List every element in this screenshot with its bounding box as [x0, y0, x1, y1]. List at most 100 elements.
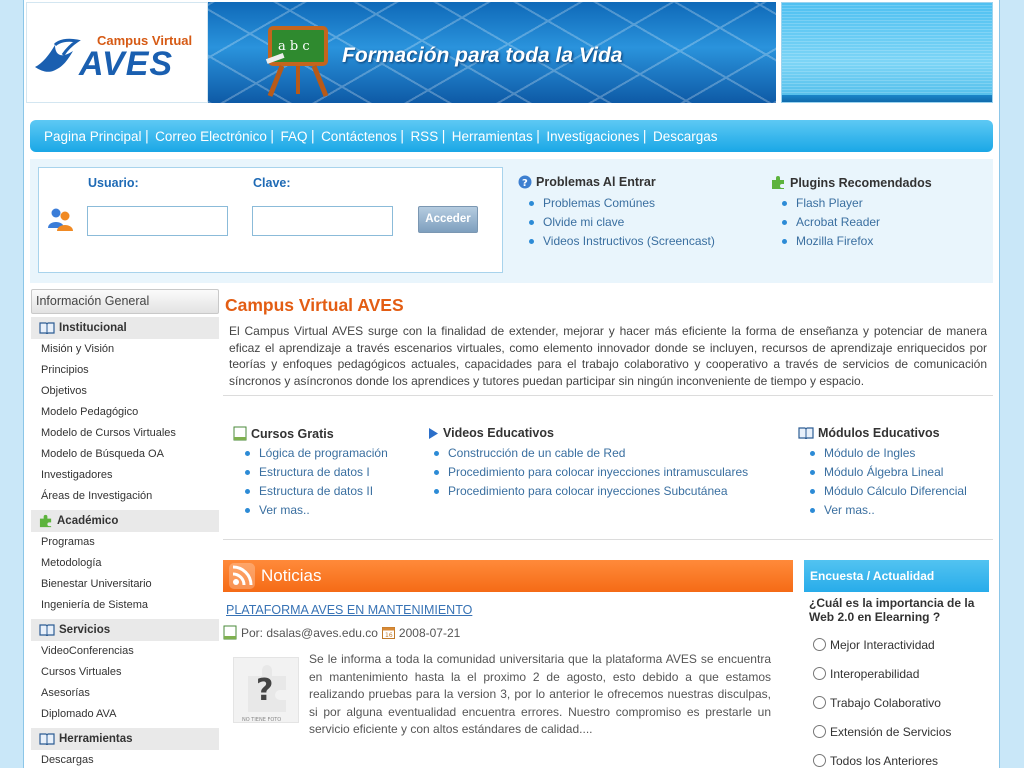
user-label: Usuario:	[88, 176, 139, 190]
book-icon	[798, 427, 814, 439]
slogan: Formación para toda la Vida	[342, 44, 623, 67]
sidebar-item[interactable]: Áreas de Investigación	[31, 486, 219, 507]
poll-option[interactable]: Mejor Interactividad	[804, 630, 989, 659]
sidebar-item[interactable]: Principios	[31, 360, 219, 381]
password-input[interactable]	[252, 206, 393, 236]
page-container: Campus Virtual AVES a b c Formación para…	[23, 0, 1000, 768]
sidebar-item[interactable]: Modelo Pedagógico	[31, 402, 219, 423]
nav-separator: |	[310, 128, 316, 144]
cursos-item[interactable]: Estructura de datos II	[245, 482, 388, 501]
puzzle-icon	[772, 176, 784, 189]
radio-button[interactable]	[813, 667, 826, 680]
sidebar-item[interactable]: Cursos Virtuales	[31, 662, 219, 683]
poll-option[interactable]: Trabajo Colaborativo	[804, 688, 989, 717]
videos-item[interactable]: Construcción de un cable de Red	[434, 444, 748, 463]
sidebar-item[interactable]: Bienestar Universitario	[31, 574, 219, 595]
problems-heading: ? Problemas Al Entrar	[518, 175, 656, 189]
sidebar-item[interactable]: Objetivos	[31, 381, 219, 402]
modulos-item[interactable]: Módulo Álgebra Lineal	[810, 463, 967, 482]
videos-item[interactable]: Procedimiento para colocar inyecciones S…	[434, 482, 748, 501]
news-image-caption: NO TIENE FOTO	[242, 717, 281, 723]
sidebar-section-herramientas: Herramientas	[31, 728, 219, 750]
cursos-item[interactable]: Estructura de datos I	[245, 463, 388, 482]
svg-text:?: ?	[256, 673, 273, 708]
poll-option-label: Extensión de Servicios	[830, 724, 952, 739]
news-body: Se le informa a toda la comunidad univer…	[309, 652, 771, 736]
sidebar-section-institucional: Institucional	[31, 317, 219, 339]
nav-investigaciones[interactable]: Investigaciones	[546, 129, 639, 144]
problems-item[interactable]: Olvide mi clave	[529, 213, 715, 232]
nav-correo[interactable]: Correo Electrónico	[155, 129, 267, 144]
modulos-item[interactable]: Módulo Cálculo Diferencial	[810, 482, 967, 501]
calendar-icon: 16	[381, 627, 395, 639]
sidebar-item[interactable]: Misión y Visión	[31, 339, 219, 360]
nav-rss[interactable]: RSS	[410, 129, 438, 144]
poll-option-label: Interoperabilidad	[830, 666, 920, 681]
poll-option[interactable]: Interoperabilidad	[804, 659, 989, 688]
sidebar-section-title: Académico	[57, 515, 119, 527]
plugins-item[interactable]: Flash Player	[782, 194, 880, 213]
sidebar-item[interactable]: Programas	[31, 532, 219, 553]
users-icon	[48, 208, 73, 231]
sidebar-item[interactable]: Modelo de Búsqueda OA	[31, 444, 219, 465]
sidebar-item[interactable]: Ingeniería de Sistema	[31, 595, 219, 616]
radio-button[interactable]	[813, 638, 826, 651]
sidebar-item[interactable]: Asesorías	[31, 683, 219, 704]
nav-pagina-principal[interactable]: Pagina Principal	[44, 129, 142, 144]
poll-panel: ¿Cuál es la importancia de la Web 2.0 en…	[804, 592, 989, 768]
sidebar-item[interactable]: Descargas	[31, 750, 219, 768]
username-input[interactable]	[87, 206, 228, 236]
poll-option-label: Trabajo Colaborativo	[830, 695, 941, 710]
nav-faq[interactable]: FAQ	[280, 129, 307, 144]
modulos-item[interactable]: Ver mas..	[810, 501, 967, 520]
poll-option[interactable]: Extensión de Servicios	[804, 717, 989, 746]
nav-herramientas[interactable]: Herramientas	[452, 129, 533, 144]
sidebar-section-title: Herramientas	[59, 733, 133, 745]
problems-item[interactable]: Problemas Comúnes	[529, 194, 715, 213]
cursos-item[interactable]: Lógica de programación	[245, 444, 388, 463]
cursos-item[interactable]: Ver mas..	[245, 501, 388, 520]
news-author: Por: dsalas@aves.edu.co	[241, 625, 378, 640]
document-icon	[233, 426, 247, 441]
sidebar-item[interactable]: Investigadores	[31, 465, 219, 486]
sidebar-header: Información General	[31, 289, 219, 314]
chalkboard-icon: a b c	[265, 26, 329, 97]
videos-list: Construcción de un cable de Red Procedim…	[434, 444, 748, 501]
column-title: Cursos Gratis	[251, 426, 334, 441]
videos-item[interactable]: Procedimiento para colocar inyecciones i…	[434, 463, 748, 482]
book-icon	[39, 624, 55, 636]
radio-button[interactable]	[813, 754, 826, 767]
login-form: Usuario: Clave: Acceder	[38, 167, 503, 273]
radio-button[interactable]	[813, 725, 826, 738]
news-section-title: Noticias	[261, 566, 322, 585]
news-date: 2008-07-21	[398, 625, 461, 640]
nav-contactenos[interactable]: Contáctenos	[321, 129, 397, 144]
column-title: Videos Educativos	[443, 426, 554, 440]
poll-option[interactable]: Todos los Anteriores	[804, 746, 989, 768]
right-banner	[781, 2, 993, 103]
login-button[interactable]: Acceder	[418, 206, 478, 233]
sidebar-item[interactable]: Diplomado AVA	[31, 704, 219, 725]
sidebar-section-title: Servicios	[59, 624, 111, 636]
nav-separator: |	[144, 128, 150, 144]
plugins-item[interactable]: Mozilla Firefox	[782, 232, 880, 251]
cursos-heading: Cursos Gratis	[233, 426, 334, 441]
poll-header: Encuesta / Actualidad	[804, 560, 989, 592]
sidebar-item[interactable]: Modelo de Cursos Virtuales	[31, 423, 219, 444]
plugins-title: Plugins Recomendados	[790, 175, 932, 190]
cursos-list: Lógica de programación Estructura de dat…	[245, 444, 388, 520]
nav-descargas[interactable]: Descargas	[653, 129, 718, 144]
plugins-item[interactable]: Acrobat Reader	[782, 213, 880, 232]
problems-item[interactable]: Videos Instructivos (Screencast)	[529, 232, 715, 251]
sidebar-section-academico: Académico	[31, 510, 219, 532]
nav-separator: |	[642, 128, 647, 144]
divider	[223, 395, 993, 396]
aves-logo[interactable]: Campus Virtual AVES	[26, 2, 208, 103]
videos-heading: Videos Educativos	[427, 426, 554, 440]
modulos-item[interactable]: Módulo de Ingles	[810, 444, 967, 463]
sidebar-item[interactable]: Metodología	[31, 553, 219, 574]
sidebar-item[interactable]: VideoConferencias	[31, 641, 219, 662]
news-headline-link[interactable]: PLATAFORMA AVES EN MANTENIMIENTO	[226, 603, 472, 617]
radio-button[interactable]	[813, 696, 826, 709]
board-letters: a b c	[278, 39, 310, 54]
